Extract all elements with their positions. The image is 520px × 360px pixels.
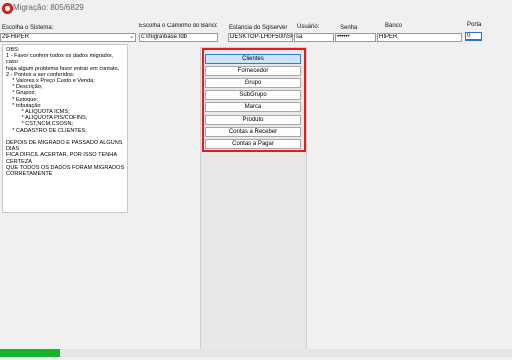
progress-bar-fill [0, 349, 60, 357]
contas-a-pagar-button[interactable]: Contas a Pagar [205, 139, 301, 149]
desktop-edge [512, 0, 520, 360]
title-bar: Migração: 805/6829 [0, 0, 512, 18]
grupo-button[interactable]: Grupo [205, 78, 301, 88]
banco-dados-input[interactable]: c:\migra\base.fdb [139, 33, 218, 42]
porta-label: Porta [467, 22, 482, 28]
banco-dados-label: Escolha o Caminho do Banco de Dados [139, 23, 217, 29]
chevron-down-icon[interactable]: ⌄ [129, 34, 134, 41]
subgrupo-button[interactable]: SubGrupo [205, 90, 301, 100]
sistema-select[interactable]: 29-HIPER ⌄ [0, 33, 136, 42]
obs-memo[interactable]: OBS: 1 - Favor conferir todos os dados m… [2, 44, 128, 213]
window-title: Migração: 805/6829 [13, 3, 84, 12]
usuario-input[interactable]: sa [294, 33, 334, 42]
banco-label: Banco [385, 23, 403, 29]
produto-button[interactable]: Produto [205, 115, 301, 125]
clientes-button[interactable]: Clientes [205, 54, 301, 64]
senha-label: Senha [340, 25, 358, 31]
banco-input[interactable]: HIPER [377, 33, 462, 42]
migration-window: Migração: 805/6829 Escolha o Sistema: Es… [0, 0, 512, 360]
estancia-label: Estancia do Sqlserver [229, 25, 288, 31]
estancia-input[interactable]: DESKTOP-LH0F500\SQLEXPRESS [228, 33, 293, 42]
progress-bar [0, 349, 512, 357]
usuario-label: Usuário: [297, 24, 320, 30]
fornecedor-button[interactable]: Fornecedor [205, 66, 301, 76]
contas-a-receber-button[interactable]: Contas a Receber [205, 127, 301, 137]
senha-input[interactable]: •••••• [335, 33, 376, 42]
porta-input[interactable]: 0 [465, 32, 482, 41]
app-logo-icon [2, 3, 13, 14]
marca-button[interactable]: Marca [205, 102, 301, 112]
sistema-value: 29-HIPER [2, 34, 30, 40]
sistema-label: Escolha o Sistema: [2, 25, 54, 31]
